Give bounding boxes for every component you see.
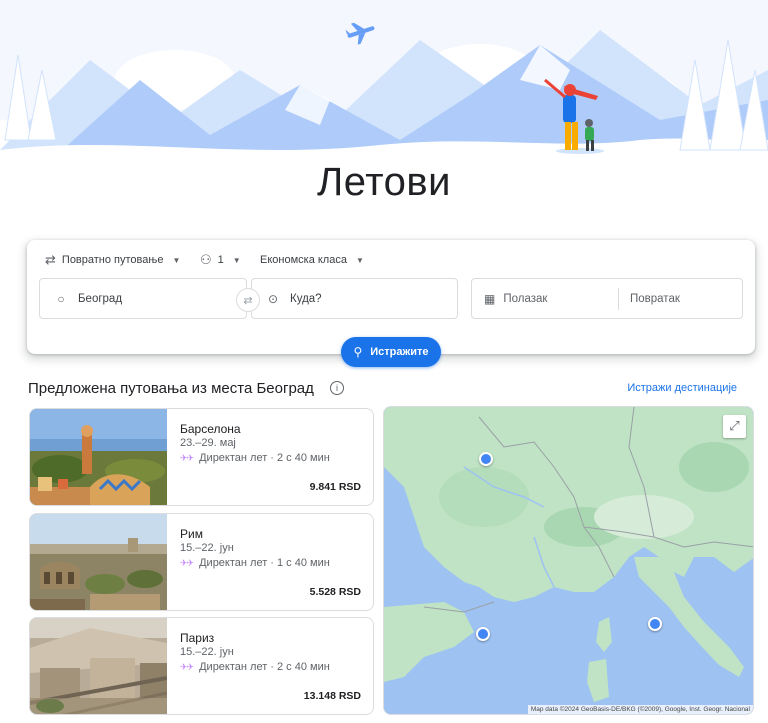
map-pin-barcelona[interactable] — [476, 627, 490, 641]
destination-image — [30, 514, 167, 610]
flight-search-form: ⇄ Повратно путовање ▼ ⚇ 1 ▼ Економска кл… — [27, 240, 755, 367]
date-range-field: ▦ Полазак Повратак — [471, 278, 743, 319]
map-attribution: Map data ©2024 GeoBasis-DE/BKG (©2009), … — [527, 705, 753, 714]
info-icon[interactable]: i — [330, 381, 344, 395]
expand-map-button[interactable]: ⤢ — [723, 415, 746, 438]
chevron-down-icon: ▼ — [172, 255, 181, 265]
destination-input[interactable]: ⊙ Куда? — [251, 278, 458, 319]
swap-arrows-icon: ⇄ — [243, 294, 253, 307]
card-dates: 15.–22. јун — [180, 542, 234, 554]
card-price: 5.528 RSD — [309, 586, 361, 598]
search-button-label: Истражите — [370, 346, 429, 358]
origin-value: Београд — [78, 292, 123, 305]
plane-icon: ✈✈ — [180, 661, 194, 672]
card-route: Директан лет · 1 с 40 мин — [199, 557, 330, 569]
destination-image — [30, 409, 167, 505]
destination-placeholder: Куда? — [290, 292, 322, 305]
calendar-icon: ▦ — [484, 291, 496, 306]
destinations-map[interactable]: ⤢ Map data ©2024 GeoBasis-DE/BKG (©2009)… — [383, 406, 754, 715]
cabin-class-select[interactable]: Економска класа ▼ — [260, 250, 364, 270]
return-placeholder: Повратак — [630, 292, 680, 305]
card-price: 9.841 RSD — [309, 481, 361, 493]
person-icon: ⚇ — [200, 252, 212, 267]
swap-arrows-icon: ⇄ — [45, 252, 56, 267]
card-city: Барселона — [180, 422, 241, 436]
return-date-input[interactable]: Повратак — [619, 293, 680, 305]
destination-image — [30, 618, 167, 714]
explore-destinations-link[interactable]: Истражи дестинације — [627, 382, 737, 394]
card-dates: 23.–29. мај — [180, 437, 236, 449]
search-icon: ⚲ — [353, 345, 363, 359]
origin-circle-icon: ○ — [57, 291, 65, 306]
plane-icon: ✈✈ — [180, 452, 194, 463]
card-price: 13.148 RSD — [303, 690, 361, 702]
trip-type-label: Повратно путовање — [61, 254, 164, 266]
map-pin-paris[interactable] — [479, 452, 493, 466]
suggestions-title: Предложена путовања из места Београд — [28, 380, 314, 397]
chevron-down-icon: ▼ — [355, 255, 364, 265]
card-route: Директан лет · 2 с 40 мин — [199, 661, 330, 673]
map-pin-rome[interactable] — [648, 617, 662, 631]
origin-input[interactable]: ○ Београд — [39, 278, 247, 319]
card-city: Рим — [180, 527, 203, 541]
swap-button[interactable]: ⇄ — [236, 288, 260, 312]
departure-placeholder: Полазак — [503, 292, 548, 305]
cabin-class-label: Економска класа — [260, 254, 347, 266]
destination-card-rome[interactable]: Рим 15.–22. јун ✈✈ Директан лет · 1 с 40… — [29, 513, 374, 611]
destination-card-barcelona[interactable]: Барселона 23.–29. мај ✈✈ Директан лет · … — [29, 408, 374, 506]
location-pin-icon: ⊙ — [267, 291, 279, 306]
destination-card-paris[interactable]: Париз 15.–22. јун ✈✈ Директан лет · 2 с … — [29, 617, 374, 715]
card-route: Директан лет · 2 с 40 мин — [199, 452, 330, 464]
page-title: Летови — [317, 160, 451, 204]
hero-illustration — [0, 0, 768, 170]
chevron-down-icon: ▼ — [232, 255, 241, 265]
card-dates: 15.–22. јун — [180, 646, 234, 658]
passengers-select[interactable]: ⚇ 1 ▼ — [200, 250, 241, 270]
search-button[interactable]: ⚲ Истражите — [341, 337, 441, 367]
plane-icon: ✈✈ — [180, 557, 194, 568]
passengers-count: 1 — [217, 254, 224, 266]
trip-type-select[interactable]: ⇄ Повратно путовање ▼ — [45, 250, 180, 270]
departure-date-input[interactable]: ▦ Полазак — [472, 279, 618, 318]
card-city: Париз — [180, 631, 215, 645]
